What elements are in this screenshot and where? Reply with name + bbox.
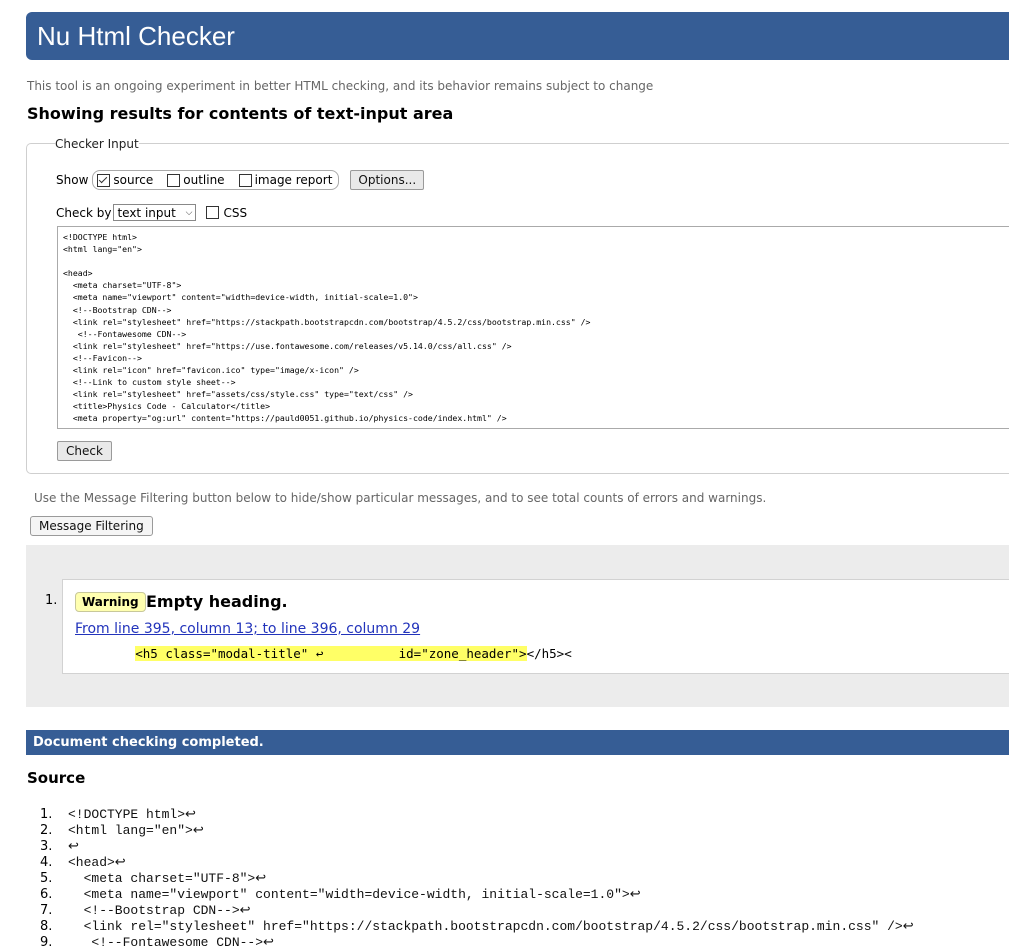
message-number: 1.	[45, 593, 58, 608]
completed-banner: Document checking completed.	[26, 730, 1009, 755]
line-code: <link rel="stylesheet" href="https://sta…	[68, 919, 914, 934]
source-line: 4. <head>↩	[40, 855, 914, 871]
show-source-option[interactable]: source	[97, 173, 153, 187]
header-banner: Nu Html Checker	[26, 12, 1009, 60]
filter-button-wrap: Message Filtering	[30, 515, 153, 536]
source-listing: 1. <!DOCTYPE html>↩ 2. <html lang="en">↩ 3…	[40, 807, 914, 951]
message-item: Warning Empty heading. From line 395, co…	[62, 579, 1009, 674]
message-filtering-button[interactable]: Message Filtering	[30, 516, 153, 536]
line-code: <head>↩	[68, 855, 126, 870]
extract-leading	[75, 646, 135, 661]
source-line: 8. <link rel="stylesheet" href="https://…	[40, 919, 914, 935]
show-options-group: source outline image report	[92, 170, 340, 190]
check-by-value: text input	[117, 205, 176, 220]
results-heading: Showing results for contents of text-inp…	[27, 104, 454, 123]
app-title: Nu Html Checker	[37, 21, 235, 51]
line-number: 1.	[40, 807, 53, 822]
checker-input-legend: Checker Input	[55, 137, 139, 151]
line-number: 8.	[40, 919, 53, 934]
chevron-down-icon: ⌵	[185, 207, 193, 218]
source-line: 5. <meta charset="UTF-8">↩	[40, 871, 914, 887]
source-line: 7. <!--Bootstrap CDN-->↩	[40, 903, 914, 919]
check-by-label: Check by	[56, 205, 112, 220]
checker-input-panel: Checker Input Show source outline image …	[26, 137, 1009, 474]
line-number: 9.	[40, 935, 53, 950]
text-input-area[interactable]: <!DOCTYPE html> <html lang="en"> <head> …	[57, 226, 1009, 429]
css-option[interactable]: CSS	[206, 206, 247, 220]
line-number: 2.	[40, 823, 53, 838]
line-number: 7.	[40, 903, 53, 918]
options-button[interactable]: Options...	[350, 170, 425, 190]
show-label: Show	[56, 173, 89, 187]
source-line: 1. <!DOCTYPE html>↩	[40, 807, 914, 823]
message-title: Empty heading.	[146, 592, 288, 611]
line-number: 6.	[40, 887, 53, 902]
message-location-link[interactable]: From line 395, column 13; to line 396, c…	[75, 621, 420, 637]
source-checkbox[interactable]	[97, 173, 111, 187]
css-checkbox[interactable]	[206, 206, 220, 219]
image-report-checkbox[interactable]	[238, 173, 252, 187]
filter-note: Use the Message Filtering button below t…	[34, 491, 767, 505]
line-number: 4.	[40, 855, 53, 870]
outline-option-label: outline	[183, 173, 225, 187]
check-by-row: Check by text input ⌵ CSS	[56, 204, 247, 221]
show-outline-option[interactable]: outline	[167, 173, 225, 187]
show-options-row: Show source outline image report Options…	[56, 170, 425, 190]
tagline: This tool is an ongoing experiment in be…	[27, 79, 654, 93]
line-code: <html lang="en">↩	[68, 823, 204, 838]
source-line: 2. <html lang="en">↩	[40, 823, 914, 839]
line-code: <!--Bootstrap CDN-->↩	[68, 903, 251, 918]
source-line: 3. ↩	[40, 839, 914, 855]
check-by-select[interactable]: text input ⌵	[113, 204, 197, 221]
source-option-label: source	[113, 173, 154, 187]
extract-trailing: </h5><	[526, 646, 572, 661]
message-extract: <h5 class="modal-title" ↩ id="zone_heade…	[75, 646, 572, 661]
check-button[interactable]: Check	[57, 441, 112, 461]
image-report-option-label: image report	[254, 173, 333, 187]
check-button-wrap: Check	[57, 440, 112, 461]
show-image-report-option[interactable]: image report	[238, 173, 333, 187]
messages-panel: 1. Warning Empty heading. From line 395,…	[26, 545, 1009, 707]
source-heading: Source	[27, 769, 86, 787]
line-code: <meta charset="UTF-8">↩	[68, 871, 267, 886]
line-number: 3.	[40, 839, 53, 854]
line-code: <meta name="viewport" content="width=dev…	[68, 887, 641, 902]
css-option-label: CSS	[223, 205, 248, 220]
line-code: <!--Fontawesome CDN-->↩	[68, 935, 274, 950]
source-line: 6. <meta name="viewport" content="width=…	[40, 887, 914, 903]
extract-highlight: <h5 class="modal-title" ↩ id="zone_heade…	[135, 646, 527, 661]
line-code: ↩	[68, 839, 79, 854]
warning-badge: Warning	[75, 592, 146, 612]
source-line: 9. <!--Fontawesome CDN-->↩	[40, 935, 914, 951]
line-code: <!DOCTYPE html>↩	[68, 807, 196, 822]
line-number: 5.	[40, 871, 53, 886]
outline-checkbox[interactable]	[167, 173, 181, 187]
